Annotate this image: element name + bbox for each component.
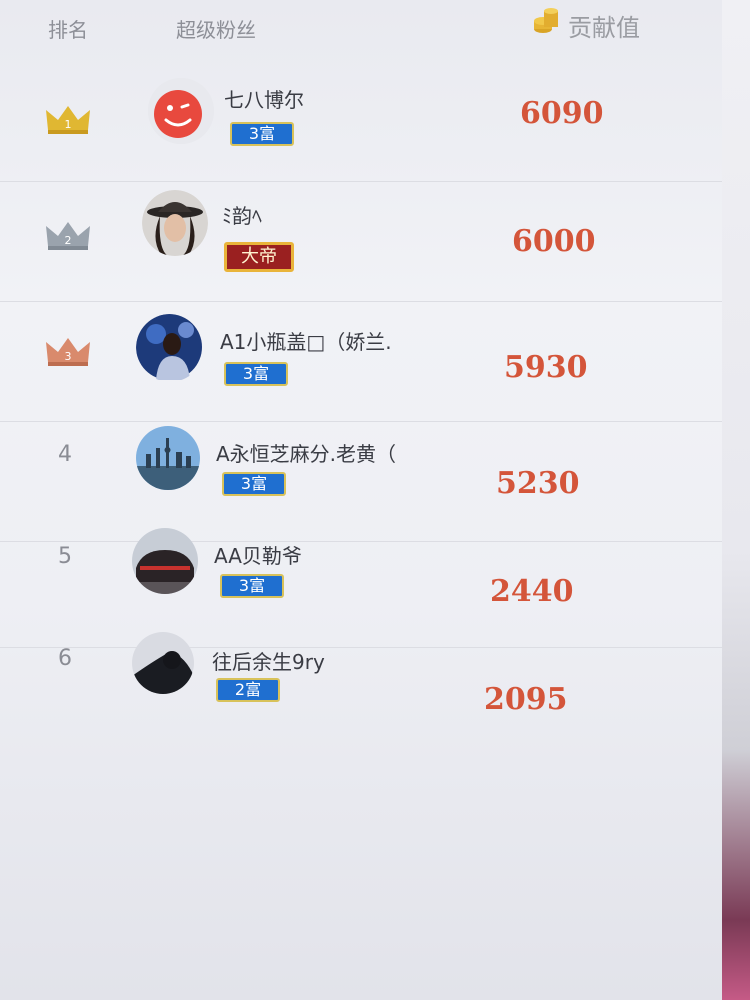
ranking-row[interactable]: 2 ﾐ韵ﾍ 大帝 6000	[0, 182, 722, 302]
ranking-row[interactable]: 5 AA贝勒爷 3富 2440	[0, 528, 722, 648]
fan-name: A1小瓶盖□（娇兰.	[220, 330, 392, 354]
emperor-badge: 大帝	[224, 242, 294, 272]
wealth-badge: 3富	[222, 472, 286, 496]
silhouette-avatar-image	[132, 632, 194, 694]
fan-ranking-screen: 排名 超级粉丝 贡献值 1 七八博尔 3富 6090 2 ﾐ韵ﾍ 大帝 6000…	[0, 0, 722, 1000]
contribution-score: 6090	[520, 96, 604, 131]
avatar[interactable]	[136, 314, 204, 382]
wealth-badge: 2富	[216, 678, 280, 702]
car-avatar-image	[132, 528, 198, 594]
woman-hat-avatar-image	[142, 190, 208, 256]
avatar[interactable]	[136, 426, 200, 490]
rank-number: 4	[58, 442, 72, 467]
contribution-score: 2440	[490, 574, 574, 609]
wealth-badge: 3富	[230, 122, 294, 146]
silver-crown-icon: 2	[46, 222, 90, 250]
crown-rank-number: 2	[65, 234, 72, 247]
contribution-score: 6000	[512, 224, 596, 259]
avatar[interactable]	[142, 190, 208, 256]
fan-name: ﾐ韵ﾍ	[222, 204, 262, 228]
fan-name: A永恒芝麻分.老黄（	[216, 442, 397, 466]
girl-portrait-avatar-image	[136, 314, 202, 380]
ranking-row[interactable]: 1 七八博尔 3富 6090	[0, 62, 722, 182]
ranking-row[interactable]: 3 A1小瓶盖□（娇兰. 3富 5930	[0, 302, 722, 422]
avatar[interactable]	[132, 528, 198, 594]
wealth-badge: 3富	[224, 362, 288, 386]
contribution-score: 5230	[496, 466, 580, 501]
city-skyline-avatar-image	[136, 426, 200, 490]
fan-name: 往后余生9ry	[212, 650, 325, 674]
fan-name: AA贝勒爷	[214, 544, 302, 568]
fan-name: 七八博尔	[224, 88, 304, 112]
avatar[interactable]	[148, 78, 214, 144]
wealth-badge: 3富	[220, 574, 284, 598]
gold-crown-icon: 1	[46, 106, 90, 134]
screen-edge	[722, 0, 750, 1000]
ranking-row[interactable]: 6 往后余生9ry 2富 2095	[0, 632, 722, 754]
ranking-header: 排名 超级粉丝 贡献值	[0, 0, 722, 54]
ranking-row[interactable]: 4 A永恒芝麻分.老黄（ 3富 5230	[0, 422, 722, 542]
avatar[interactable]	[132, 632, 194, 694]
crown-rank-number: 3	[65, 350, 72, 363]
rank-number: 6	[58, 646, 72, 671]
crown-rank-number: 1	[65, 118, 72, 131]
smiley-avatar-image	[148, 78, 214, 144]
contribution-score: 5930	[504, 350, 588, 385]
coin-stack-icon	[534, 8, 558, 33]
contribution-score: 2095	[484, 682, 568, 717]
rank-column-header: 排名	[48, 18, 88, 42]
contribution-column-header: 贡献值	[568, 14, 640, 42]
bronze-crown-icon: 3	[46, 338, 90, 366]
rank-number: 5	[58, 544, 72, 569]
fan-column-header: 超级粉丝	[176, 18, 256, 42]
